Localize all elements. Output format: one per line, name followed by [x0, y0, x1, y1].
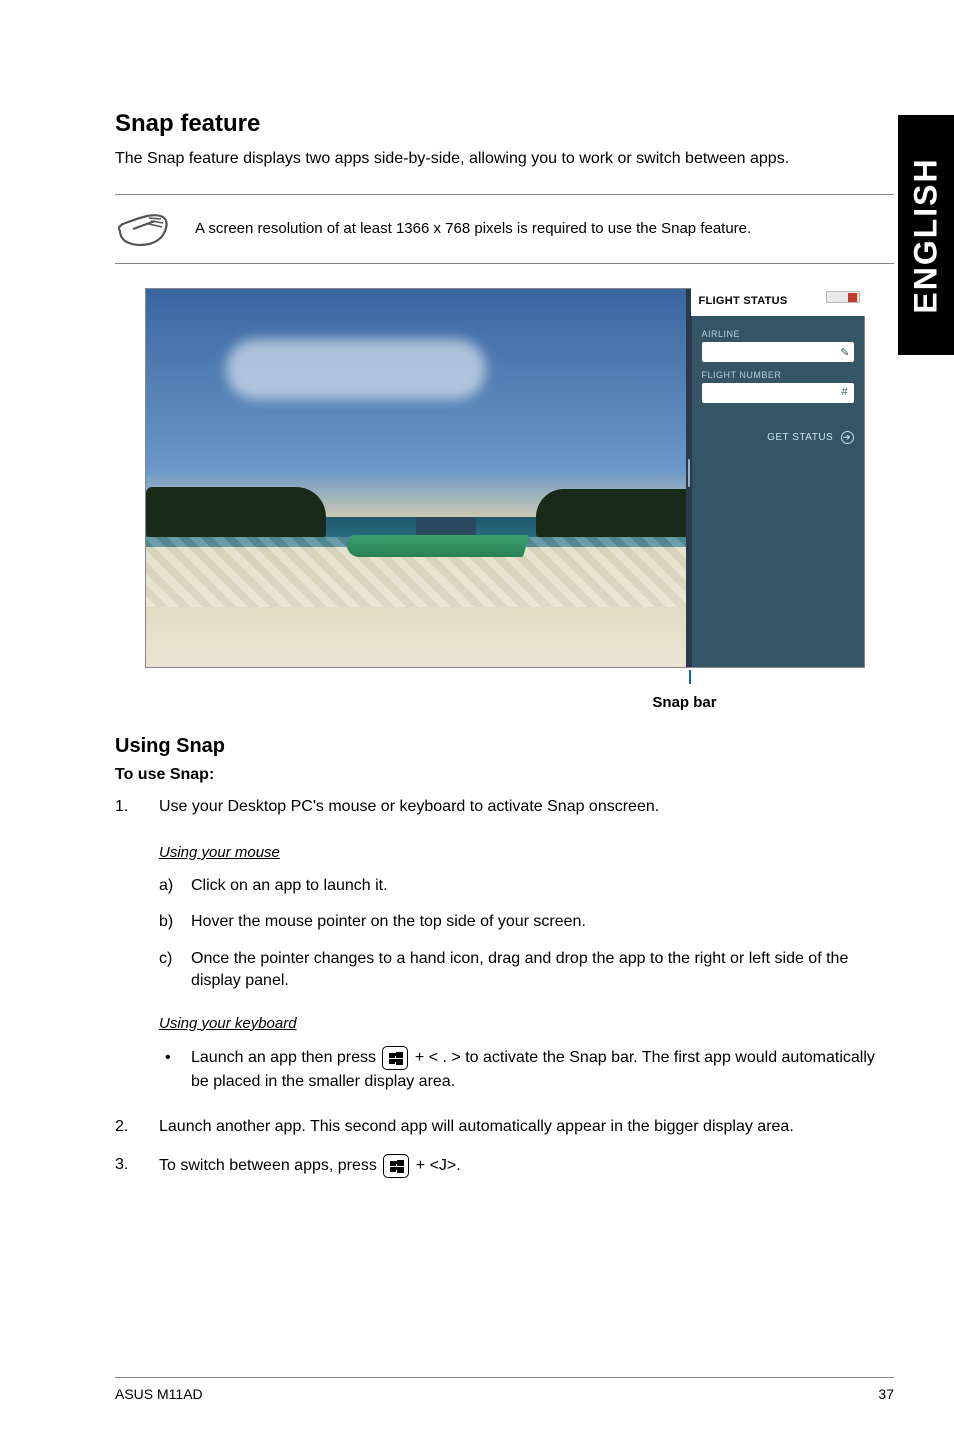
footer-page-number: 37 — [878, 1386, 894, 1402]
mouse-step-a: Click on an app to launch it. — [159, 875, 894, 897]
hand-note-icon — [115, 209, 171, 249]
snapbar-pointer — [145, 674, 865, 694]
window-controls-icon[interactable] — [826, 291, 860, 303]
footer-product: ASUS M11AD — [115, 1386, 203, 1402]
arrow-circle-icon: ➔ — [841, 431, 854, 444]
using-snap-heading: Using Snap — [115, 735, 894, 758]
airline-input[interactable]: ✎ — [702, 342, 854, 362]
windows-key-icon — [383, 1154, 409, 1178]
flightnum-input[interactable]: # — [702, 383, 854, 403]
flight-status-app-pane: FLIGHT STATUS AIRLINE ✎ FLIGHT NUMBER # … — [692, 289, 864, 667]
note-text: A screen resolution of at least 1366 x 7… — [195, 220, 751, 237]
using-mouse-subhead: Using your mouse — [159, 842, 894, 863]
section-heading: Snap feature — [115, 110, 894, 138]
keyboard-substeps: Launch an app then press + < . > to acti… — [159, 1046, 894, 1094]
mouse-substeps: Click on an app to launch it. Hover the … — [159, 875, 894, 993]
using-keyboard-subhead: Using your keyboard — [159, 1013, 894, 1034]
flightnum-field-label: FLIGHT NUMBER — [702, 370, 854, 380]
step-3: To switch between apps, press + <J>. — [115, 1154, 894, 1178]
keyboard-bullet: Launch an app then press + < . > to acti… — [159, 1046, 894, 1094]
mouse-step-c: Once the pointer changes to a hand icon,… — [159, 948, 894, 993]
to-use-subheading: To use Snap: — [115, 766, 894, 784]
snap-example-screenshot: FLIGHT STATUS AIRLINE ✎ FLIGHT NUMBER # … — [145, 288, 865, 668]
page-footer: ASUS M11AD 37 — [115, 1377, 894, 1402]
hash-icon: # — [841, 386, 847, 398]
steps-list: Use your Desktop PC's mouse or keyboard … — [115, 796, 894, 1179]
language-label: ENGLISH — [908, 157, 945, 313]
airline-field-label: AIRLINE — [702, 329, 854, 339]
page-content: Snap feature The Snap feature displays t… — [0, 0, 954, 1178]
windows-key-icon — [382, 1046, 408, 1070]
get-status-button[interactable]: GET STATUS ➔ — [702, 431, 854, 444]
pencil-icon: ✎ — [840, 346, 849, 359]
note-callout: A screen resolution of at least 1366 x 7… — [115, 194, 894, 264]
step-2: Launch another app. This second app will… — [115, 1116, 894, 1138]
step-1: Use your Desktop PC's mouse or keyboard … — [115, 796, 894, 1094]
photos-app-pane — [146, 289, 686, 667]
mouse-step-b: Hover the mouse pointer on the top side … — [159, 911, 894, 933]
intro-paragraph: The Snap feature displays two apps side-… — [115, 148, 894, 170]
snapbar-caption: Snap bar — [145, 694, 865, 711]
language-side-tab: ENGLISH — [898, 115, 954, 355]
